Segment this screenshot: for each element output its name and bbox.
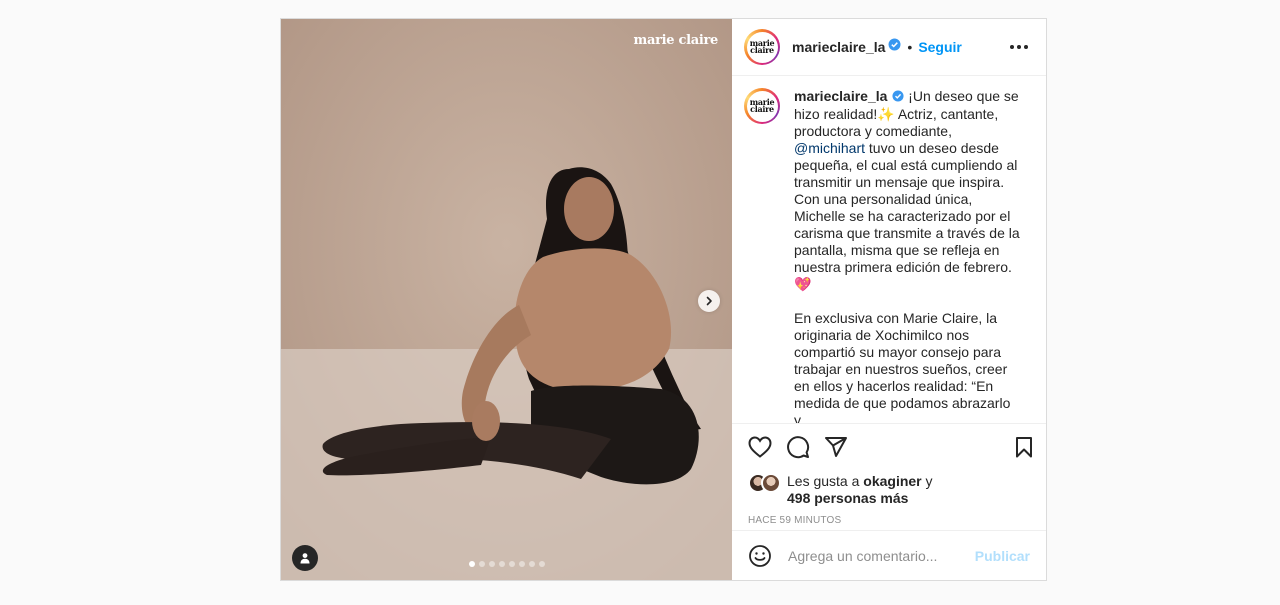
follow-button[interactable]: Seguir: [918, 39, 962, 55]
photo-subject: [281, 19, 732, 580]
carousel-dot: [478, 561, 485, 567]
carousel-dot: [488, 561, 495, 567]
caption-username[interactable]: marieclaire_la: [794, 88, 887, 104]
avatar-logo: marie claire: [746, 31, 778, 63]
carousel-dot: [498, 561, 505, 567]
dot: [1017, 45, 1021, 49]
chevron-right-icon: [704, 296, 714, 306]
post-sidebar: marie claire marieclaire_la • Seguir mari…: [732, 19, 1046, 580]
avatar: [761, 473, 781, 493]
verified-badge-icon: [892, 89, 904, 106]
carousel-dot: [528, 561, 535, 567]
post-timestamp[interactable]: HACE 59 MINUTOS: [732, 507, 1046, 526]
post-modal: marie claire marieclaire marieclaire_la: [280, 18, 1047, 581]
next-slide-button[interactable]: [698, 290, 720, 312]
comment-input[interactable]: [786, 546, 975, 565]
dot: [1010, 45, 1014, 49]
separator: •: [907, 39, 913, 55]
post-username[interactable]: marieclaire_la: [792, 39, 885, 55]
caption-paragraph-2: En exclusiva con Marie Claire, la origin…: [794, 309, 1011, 423]
caption-text: marieclaire_la ¡Un deseo que se hizo rea…: [794, 88, 1020, 423]
liker-username[interactable]: okaginer: [863, 473, 921, 489]
bookmark-icon[interactable]: [1014, 436, 1034, 458]
post-header: marie claire marieclaire_la • Seguir: [732, 19, 1046, 76]
carousel-dot: [538, 561, 545, 567]
carousel-dot: [508, 561, 515, 567]
emoji-icon[interactable]: [748, 544, 772, 568]
avatar[interactable]: marie claire: [744, 29, 780, 65]
verified-badge-icon: [888, 38, 901, 56]
action-bar: [732, 423, 1046, 469]
carousel-dot: [468, 561, 475, 567]
heart-icon[interactable]: [748, 435, 772, 458]
caption-text-part2: tuvo un deseo desde pequeña, el cual est…: [794, 139, 1020, 292]
comment-bar: Publicar: [732, 530, 1046, 580]
avatar-logo: marie claire: [746, 90, 778, 122]
mention-link[interactable]: @michihart: [794, 140, 865, 156]
publish-button[interactable]: Publicar: [975, 548, 1030, 564]
post-media: marie claire: [281, 19, 732, 580]
tagged-users-button[interactable]: [292, 545, 318, 571]
dot: [1024, 45, 1028, 49]
caption-area[interactable]: marie claire marieclaire_la ¡Un deseo que…: [732, 76, 1046, 423]
liker-avatars: [748, 473, 781, 493]
likes-count[interactable]: 498 personas más: [787, 490, 908, 506]
caption-avatar[interactable]: marie claire: [744, 88, 780, 124]
likes-text: Les gusta a okaginer y 498 personas más: [787, 473, 933, 506]
carousel-dot: [518, 561, 525, 567]
comment-icon[interactable]: [786, 435, 810, 459]
brand-watermark: marie claire: [633, 33, 719, 48]
paper-plane-icon[interactable]: [824, 435, 848, 459]
carousel-indicator: [281, 561, 732, 567]
likes-summary[interactable]: Les gusta a okaginer y 498 personas más: [732, 469, 1046, 507]
more-options-button[interactable]: [1004, 39, 1034, 55]
